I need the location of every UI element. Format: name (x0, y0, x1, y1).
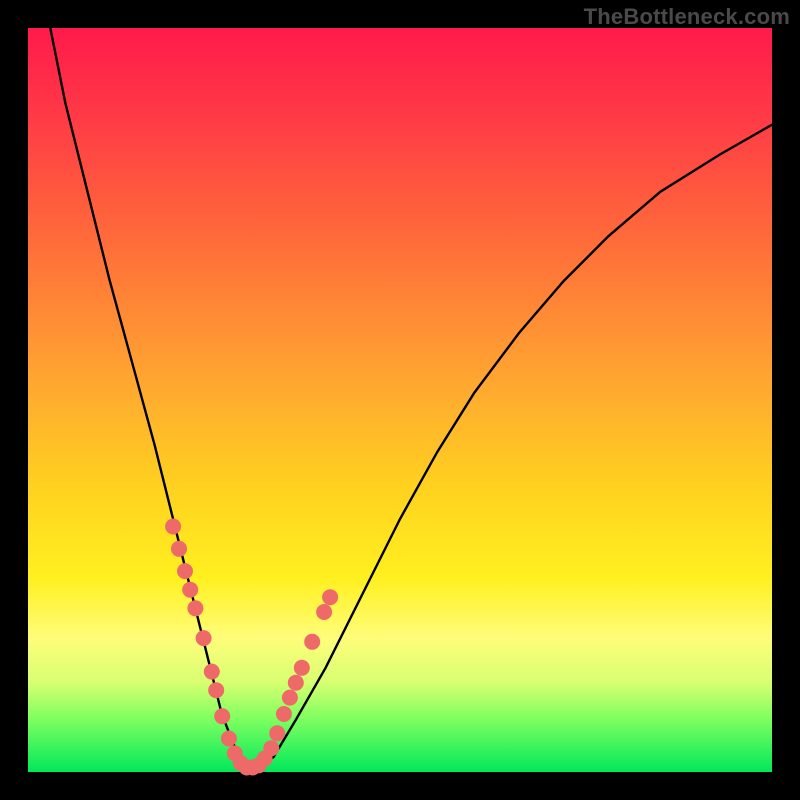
curve-marker (221, 731, 237, 747)
curve-marker (171, 541, 187, 557)
curve-marker (263, 740, 279, 756)
curve-marker (276, 706, 292, 722)
curve-marker (282, 690, 298, 706)
curve-marker (165, 519, 181, 535)
curve-marker (187, 600, 203, 616)
curve-marker (214, 708, 230, 724)
curve-marker (269, 725, 285, 741)
curve-layer (28, 28, 772, 772)
curve-marker (322, 589, 338, 605)
curve-markers (165, 519, 338, 776)
curve-marker (196, 630, 212, 646)
curve-marker (182, 582, 198, 598)
curve-marker (204, 664, 220, 680)
bottleneck-curve (50, 28, 772, 768)
curve-marker (208, 682, 224, 698)
curve-marker (294, 660, 310, 676)
curve-marker (316, 604, 332, 620)
plot-area (28, 28, 772, 772)
curve-marker (304, 634, 320, 650)
curve-marker (177, 563, 193, 579)
curve-marker (288, 675, 304, 691)
attribution-label: TheBottleneck.com (584, 4, 790, 30)
chart-frame: TheBottleneck.com (0, 0, 800, 800)
